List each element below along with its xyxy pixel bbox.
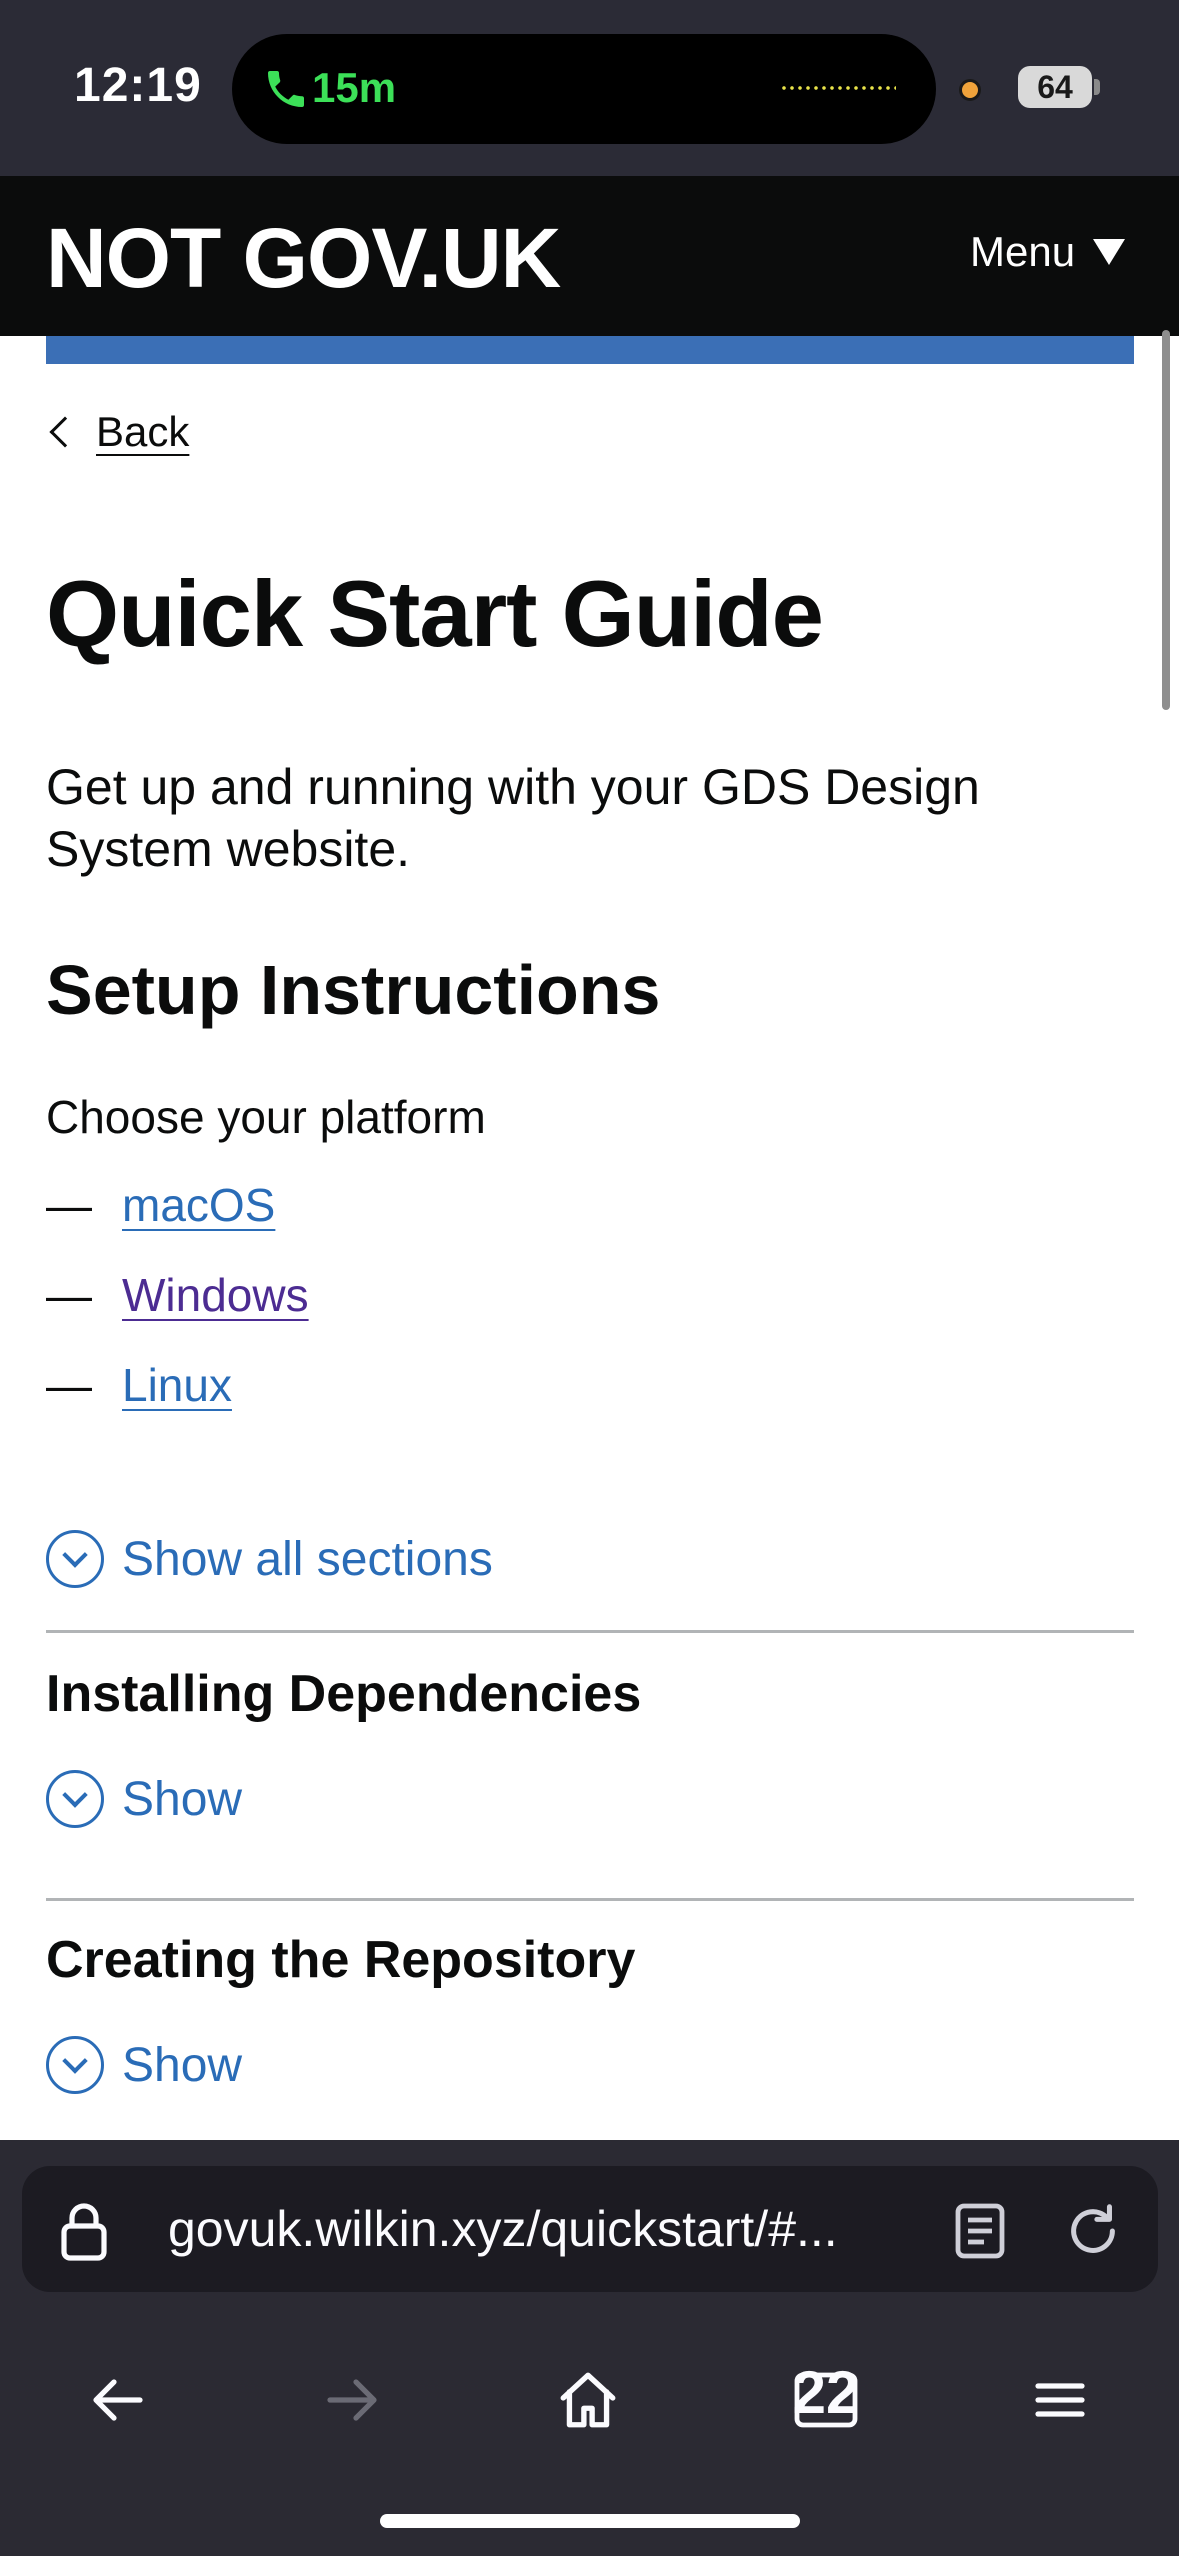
list-item: — macOS xyxy=(46,1178,309,1268)
page-title: Quick Start Guide xyxy=(46,561,824,666)
platform-list: — macOS — Windows — Linux xyxy=(46,1178,309,1448)
chevron-left-icon xyxy=(49,416,81,448)
back-button[interactable] xyxy=(78,2360,158,2440)
call-duration: 15m xyxy=(312,64,397,111)
menu-label: Menu xyxy=(970,228,1076,275)
battery-level: 64 xyxy=(1018,66,1092,108)
lock-icon xyxy=(61,2203,107,2261)
show-label: Show xyxy=(122,1772,243,1826)
hamburger-menu-icon xyxy=(1035,2383,1085,2417)
platform-link-macos[interactable]: macOS xyxy=(122,1178,275,1232)
setup-heading: Setup Instructions xyxy=(46,951,661,1029)
list-item: — Linux xyxy=(46,1358,309,1448)
list-dash: — xyxy=(46,1269,92,1321)
triangle-down-icon xyxy=(1093,239,1126,265)
section-heading-creating-repository[interactable]: Creating the Repository xyxy=(46,1930,635,1990)
status-bar: 12:19 15m 64 xyxy=(0,0,1179,176)
address-bar[interactable]: govuk.wilkin.xyz/quickstart/#... xyxy=(22,2166,1158,2292)
home-button[interactable] xyxy=(548,2360,628,2440)
choose-platform-text: Choose your platform xyxy=(46,1091,486,1143)
tab-count: 22 xyxy=(793,2367,859,2426)
arrow-left-icon xyxy=(93,2379,143,2421)
page-scrollbar[interactable] xyxy=(1162,330,1170,710)
platform-link-linux[interactable]: Linux xyxy=(122,1358,232,1412)
home-icon xyxy=(560,2372,616,2428)
show-installing-dependencies-button[interactable]: Show xyxy=(46,1770,242,1828)
audio-waveform-icon xyxy=(780,86,896,90)
list-item: — Windows xyxy=(46,1268,309,1358)
tabs-icon: 22 xyxy=(793,2367,859,2428)
show-creating-repository-button[interactable]: Show xyxy=(46,2036,242,2094)
chevron-down-circle-icon xyxy=(46,1770,104,1828)
url-text[interactable]: govuk.wilkin.xyz/quickstart/#... xyxy=(168,2200,838,2258)
site-logo[interactable]: NOT GOV.UK xyxy=(46,210,561,307)
platform-link-windows[interactable]: Windows xyxy=(122,1268,309,1322)
home-indicator[interactable] xyxy=(380,2514,800,2528)
browser-toolbar: govuk.wilkin.xyz/quickstart/#... 22 xyxy=(0,2140,1179,2556)
battery-tip-icon xyxy=(1094,79,1100,95)
tabs-button[interactable]: 22 xyxy=(786,2360,866,2440)
status-time: 12:19 xyxy=(74,59,202,112)
arrow-right-icon xyxy=(327,2379,377,2421)
lead-paragraph: Get up and running with your GDS Design … xyxy=(46,759,980,877)
show-label: Show xyxy=(122,2038,243,2092)
section-heading-installing-dependencies[interactable]: Installing Dependencies xyxy=(46,1664,641,1724)
reader-view-icon[interactable] xyxy=(954,2202,1006,2260)
forward-button[interactable] xyxy=(312,2360,392,2440)
list-dash: — xyxy=(46,1179,92,1231)
reload-icon[interactable] xyxy=(1062,2200,1124,2262)
header-accent-bar xyxy=(46,336,1134,364)
chevron-down-circle-icon xyxy=(46,2036,104,2094)
show-all-label: Show all sections xyxy=(122,1532,493,1586)
menu-button[interactable]: Menu xyxy=(970,228,1126,276)
site-header: NOT GOV.UK Menu xyxy=(0,176,1179,336)
section-divider xyxy=(46,1898,1134,1901)
show-all-sections-button[interactable]: Show all sections xyxy=(46,1530,493,1588)
dynamic-island[interactable]: 15m xyxy=(232,34,936,144)
chevron-down-circle-icon xyxy=(46,1530,104,1588)
menu-hamburger-button[interactable] xyxy=(1020,2360,1100,2440)
list-dash: — xyxy=(46,1359,92,1411)
phone-icon xyxy=(268,71,304,107)
section-divider xyxy=(46,1630,1134,1633)
mic-indicator-icon xyxy=(959,79,981,101)
back-link[interactable]: Back xyxy=(46,408,189,456)
browser-nav-row: 22 xyxy=(0,2340,1179,2460)
back-link-label: Back xyxy=(96,408,190,455)
